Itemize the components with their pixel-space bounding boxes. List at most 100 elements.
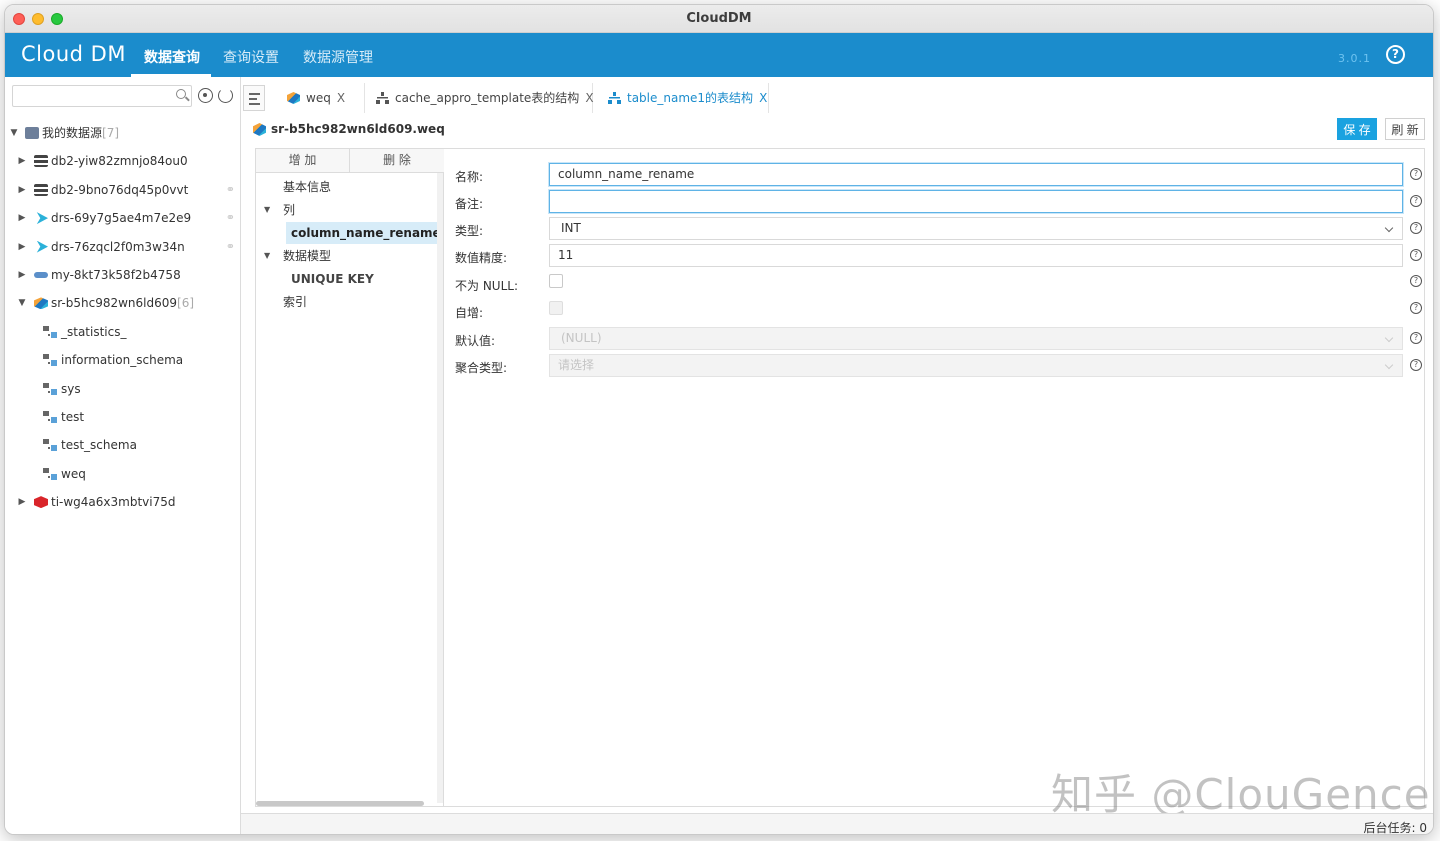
notnull-row: 不为 NULL: ? [452, 271, 1422, 298]
precision-field[interactable]: 11 [549, 244, 1403, 267]
tree-item-schema[interactable]: _statistics_ [5, 318, 241, 346]
help-icon[interactable]: ? [1386, 45, 1405, 64]
app-logo: Cloud DM [21, 42, 126, 66]
precision-row: 数值精度: 11 ? [452, 243, 1422, 270]
datasource-label: db2-yiw82zmnjo84ou0 [51, 154, 188, 169]
drs-icon [36, 212, 48, 225]
help-icon[interactable]: ? [1410, 275, 1422, 287]
chevron-down-icon [1384, 333, 1394, 343]
nav-columns-group[interactable]: ▼ 列 [256, 199, 436, 221]
tree-item-schema[interactable]: weq [5, 460, 241, 488]
help-icon[interactable]: ? [1410, 249, 1422, 261]
datasource-tree: ▼ 我的数据源[7] ▶ db2-yiw82zmnjo84ou0 ▶ db2-9… [5, 119, 241, 516]
column-name: column_name_rename [291, 226, 438, 240]
notnull-checkbox[interactable] [549, 274, 563, 288]
aggregate-select[interactable]: 请选择 [549, 354, 1403, 377]
comment-field[interactable] [549, 190, 1403, 213]
tree-item-datasource[interactable]: ▶ drs-76zqcl2f0m3w34n ⚭ [5, 233, 241, 261]
tab-weq[interactable]: weq X [283, 83, 365, 113]
tree-item-schema[interactable]: test_schema [5, 431, 241, 459]
default-value: (NULL) [561, 331, 602, 345]
nav-data-model-group[interactable]: ▼ 数据模型 [256, 245, 436, 267]
schema-label: _statistics_ [61, 324, 127, 339]
caret-right-icon[interactable]: ▶ [17, 261, 27, 289]
refresh-button[interactable]: 刷 新 [1385, 118, 1425, 140]
content-title: sr-b5hc982wn6ld609.weq [271, 122, 445, 136]
schema-label: information_schema [61, 353, 184, 368]
tab-cache-appro-template-structure[interactable]: cache_appro_template表的结构 X [371, 83, 594, 113]
data-model-label: 数据模型 [283, 249, 332, 263]
aggregate-value: 请选择 [558, 358, 595, 372]
nav-data-query[interactable]: 数据查询 [144, 47, 200, 67]
datasource-label: my-8kt73k58f2b4758 [51, 267, 181, 282]
mysql-icon [34, 271, 48, 278]
caret-right-icon[interactable]: ▶ [17, 233, 27, 261]
tree-item-datasource[interactable]: ▶ ti-wg4a6x3mbtvi75d [5, 488, 241, 516]
datasource-label: ti-wg4a6x3mbtvi75d [51, 495, 176, 510]
aggregate-label: 聚合类型: [455, 361, 508, 375]
name-field[interactable]: column_name_rename [549, 163, 1403, 186]
help-icon[interactable]: ? [1410, 168, 1422, 180]
autoinc-checkbox[interactable] [549, 301, 563, 315]
help-icon[interactable]: ? [1410, 302, 1422, 314]
tree-item-datasource[interactable]: ▼ sr-b5hc982wn6ld609[6] [5, 289, 241, 317]
delete-button[interactable]: 删 除 [350, 149, 444, 173]
caret-right-icon[interactable]: ▶ [17, 488, 27, 516]
help-icon[interactable]: ? [1410, 332, 1422, 344]
nav-datasource-management[interactable]: 数据源管理 [303, 47, 373, 67]
tree-item-schema[interactable]: sys [5, 375, 241, 403]
save-button[interactable]: 保 存 [1337, 118, 1377, 140]
tree-item-datasource[interactable]: ▶ drs-69y7g5ae4m7e2e9 ⚭ [5, 204, 241, 232]
add-button[interactable]: 增 加 [256, 149, 350, 173]
help-icon[interactable]: ? [1410, 359, 1422, 371]
caret-down-icon[interactable]: ▼ [17, 289, 27, 317]
refresh-icon[interactable] [218, 88, 233, 103]
datasource-label: drs-69y7g5ae4m7e2e9 [51, 211, 192, 226]
top-navigation: Cloud DM 数据查询 查询设置 数据源管理 3.0.1 ? [5, 33, 1433, 77]
close-tab-icon[interactable]: X [759, 91, 767, 105]
title-bar: CloudDM [5, 5, 1433, 33]
close-tab-icon[interactable]: X [337, 91, 345, 105]
link-icon[interactable]: ⚭ [226, 176, 235, 204]
tree-root[interactable]: ▼ 我的数据源[7] [5, 119, 241, 147]
tree-item-datasource[interactable]: ▶ db2-9bno76dq45p0vvt ⚭ [5, 176, 241, 204]
caret-right-icon[interactable]: ▶ [17, 147, 27, 175]
db2-icon [34, 183, 48, 196]
default-select[interactable]: (NULL) [549, 327, 1403, 350]
nav-query-settings[interactable]: 查询设置 [223, 47, 279, 67]
tree-item-schema[interactable]: information_schema [5, 346, 241, 374]
table-structure-editor: 增 加 删 除 基本信息 ▼ 列 column_name_rename (IN … [255, 148, 1425, 807]
close-tab-icon[interactable]: X [585, 91, 593, 105]
nav-basic-info[interactable]: 基本信息 [283, 176, 331, 198]
horizontal-scrollbar[interactable] [256, 801, 424, 806]
caret-right-icon[interactable]: ▶ [17, 176, 27, 204]
help-icon[interactable]: ? [1410, 195, 1422, 207]
vertical-scrollbar[interactable] [437, 173, 443, 803]
tree-item-datasource[interactable]: ▶ my-8kt73k58f2b4758 [5, 261, 241, 289]
tree-item-datasource[interactable]: ▶ db2-yiw82zmnjo84ou0 [5, 147, 241, 175]
link-icon[interactable]: ⚭ [226, 204, 235, 232]
caret-down-icon[interactable]: ▼ [9, 119, 19, 147]
data-model-item[interactable]: UNIQUE KEY [291, 268, 374, 290]
tab-table-name1-structure[interactable]: table_name1的表结构 X [603, 83, 769, 113]
caret-down-icon[interactable]: ▼ [264, 245, 270, 267]
type-row: 类型: INT ? [452, 216, 1422, 243]
columns-group-label: 列 [283, 203, 296, 217]
structure-nav-pane: 增 加 删 除 基本信息 ▼ 列 column_name_rename (IN … [256, 149, 444, 806]
caret-right-icon[interactable]: ▶ [17, 204, 27, 232]
tree-item-schema[interactable]: test [5, 403, 241, 431]
drs-icon [36, 240, 48, 253]
locate-icon[interactable] [198, 88, 213, 103]
nav-index[interactable]: 索引 [283, 291, 307, 313]
help-icon[interactable]: ? [1410, 222, 1422, 234]
link-icon[interactable]: ⚭ [226, 233, 235, 261]
column-item-selected[interactable]: column_name_rename (IN [286, 222, 438, 244]
datasource-search-input[interactable] [13, 86, 163, 106]
window-title: CloudDM [686, 11, 752, 26]
type-select[interactable]: INT [549, 217, 1403, 240]
collapse-sidebar-button[interactable] [243, 85, 265, 111]
search-icon[interactable] [176, 89, 186, 99]
chevron-down-icon [1384, 360, 1394, 370]
caret-down-icon[interactable]: ▼ [264, 199, 270, 221]
datasource-group-icon [25, 127, 39, 139]
